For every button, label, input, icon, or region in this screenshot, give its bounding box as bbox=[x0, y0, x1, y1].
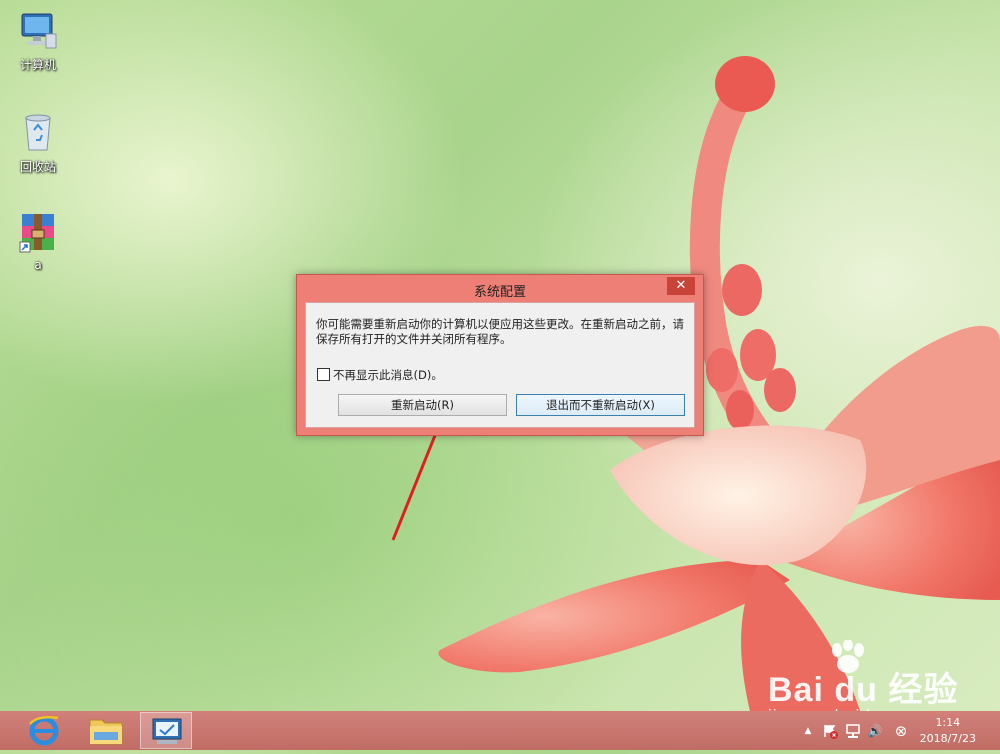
dialog-title: 系统配置 bbox=[473, 285, 526, 300]
clock-date: 2018/7/23 bbox=[919, 732, 976, 745]
exit-without-restart-button[interactable]: 退出而不重新启动(X) bbox=[516, 394, 685, 416]
taskbar-clock[interactable]: 1:14 2018/7/23 bbox=[920, 715, 976, 747]
winrar-icon bbox=[16, 210, 60, 254]
checkbox-label: 不再显示此消息(D)。 bbox=[333, 368, 443, 382]
desktop-icon-label: 回收站 bbox=[19, 160, 56, 174]
system-configuration-dialog: 系统配置 ✕ 你可能需要重新启动你的计算机以便应用这些更改。在重新启动之前，请保… bbox=[296, 274, 704, 436]
action-center-flag-icon[interactable] bbox=[822, 723, 838, 739]
clock-time: 1:14 bbox=[935, 716, 961, 729]
dialog-message: 你可能需要重新启动你的计算机以便应用这些更改。在重新启动之前，请保存所有打开的文… bbox=[316, 317, 684, 346]
show-hidden-icons-icon[interactable]: ▲ bbox=[800, 723, 816, 739]
taskbar: ▲ 🔊 ⊗ 1:14 2018/7/23 bbox=[0, 711, 1000, 750]
taskbar-app-system-configuration[interactable] bbox=[140, 712, 192, 749]
dont-show-again-checkbox[interactable]: 不再显示此消息(D)。 bbox=[317, 367, 443, 383]
desktop-icon-computer[interactable]: 计算机 bbox=[10, 8, 66, 73]
restart-button[interactable]: 重新启动(R) bbox=[338, 394, 507, 416]
recycle-bin-icon bbox=[16, 110, 60, 154]
computer-icon bbox=[16, 8, 60, 52]
network-icon[interactable] bbox=[845, 723, 861, 739]
desktop-icon-winrar[interactable]: a bbox=[10, 210, 66, 272]
taskbar-app-file-explorer[interactable] bbox=[80, 712, 132, 749]
desktop-icon-recycle-bin[interactable]: 回收站 bbox=[10, 110, 66, 175]
watermark-brand: Bai du 经验 bbox=[768, 671, 959, 709]
folder-icon bbox=[89, 719, 123, 745]
checkbox-box[interactable] bbox=[317, 368, 330, 381]
dialog-close-button[interactable]: ✕ bbox=[667, 277, 695, 295]
desktop-icon-label: 计算机 bbox=[19, 58, 56, 72]
dialog-body: 你可能需要重新启动你的计算机以便应用这些更改。在重新启动之前，请保存所有打开的文… bbox=[305, 302, 695, 428]
msconfig-icon bbox=[152, 718, 182, 744]
taskbar-app-internet-explorer[interactable] bbox=[18, 712, 70, 749]
ie-icon bbox=[29, 716, 59, 746]
tray-close-icon[interactable]: ⊗ bbox=[893, 723, 909, 739]
close-icon: ✕ bbox=[675, 278, 687, 293]
volume-icon[interactable]: 🔊 bbox=[867, 723, 883, 739]
dialog-titlebar[interactable]: 系统配置 ✕ bbox=[297, 275, 703, 301]
desktop-icon-label: a bbox=[34, 258, 42, 272]
